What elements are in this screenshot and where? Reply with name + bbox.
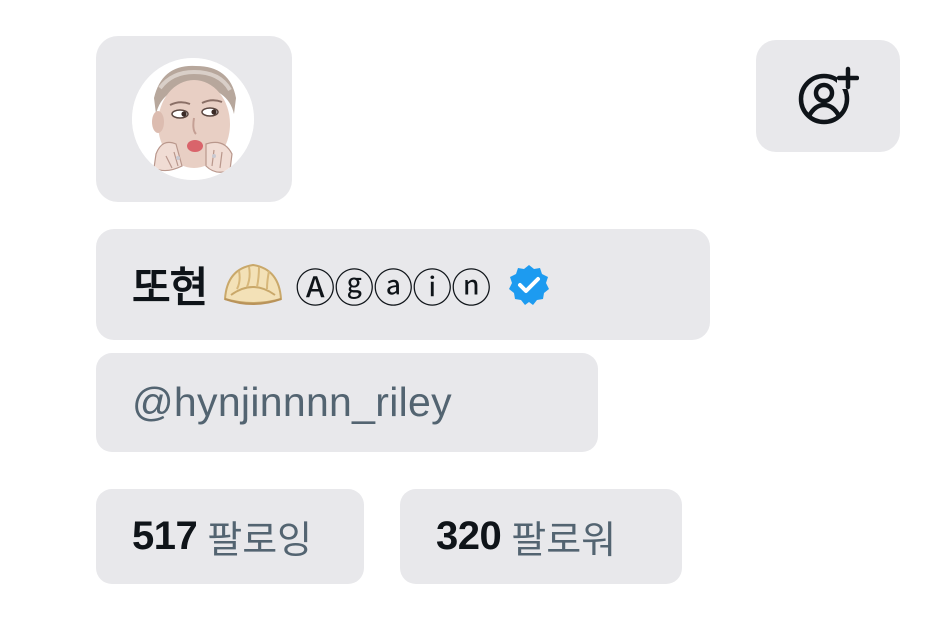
- user-handle: @hynjinnnn_riley: [132, 379, 452, 425]
- display-name-suffix: Ⓐⓖⓐⓘⓝ: [295, 265, 491, 312]
- followers-stat[interactable]: 320 팔로워: [400, 489, 682, 584]
- followers-count: 320: [436, 514, 502, 558]
- display-name: 또현: [132, 263, 208, 312]
- add-user-icon: [798, 66, 859, 125]
- following-label: 팔로잉: [207, 518, 313, 562]
- display-name-card: 또현 Ⓐⓖⓐⓘⓝ: [96, 229, 710, 340]
- following-stat[interactable]: 517 팔로잉: [96, 489, 364, 584]
- handle-card: @hynjinnnn_riley: [96, 353, 598, 452]
- following-count: 517: [132, 514, 198, 558]
- follow-button[interactable]: [756, 40, 900, 152]
- followers-label: 팔로워: [511, 518, 617, 562]
- avatar-image: [132, 58, 254, 180]
- verified-badge-icon: [509, 264, 550, 305]
- avatar[interactable]: [132, 58, 254, 180]
- avatar-card: [96, 36, 292, 202]
- dumpling-emoji-icon: [221, 259, 285, 311]
